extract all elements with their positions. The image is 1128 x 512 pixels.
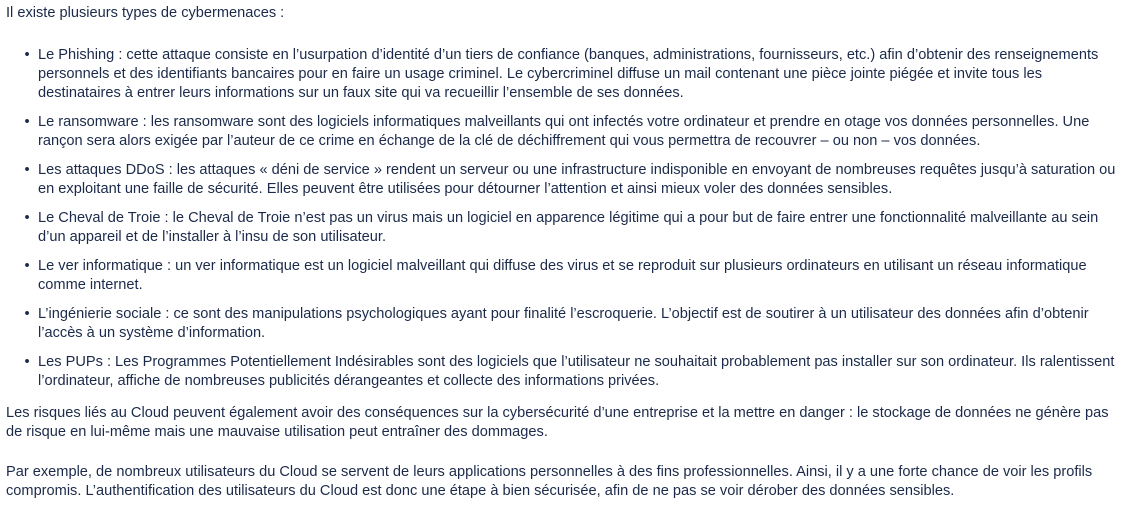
list-item: • Le Cheval de Troie : le Cheval de Troi…: [24, 209, 1122, 247]
intro-text: Il existe plusieurs types de cybermenace…: [6, 5, 285, 21]
bullet-icon: •: [24, 114, 30, 130]
list-item-text: Le ransomware : les ransomware sont des …: [38, 114, 1090, 149]
list-item-text: Les attaques DDoS : les attaques « déni …: [38, 162, 1116, 197]
bullet-icon: •: [24, 258, 30, 274]
list-item: • Le ver informatique : un ver informati…: [24, 257, 1122, 295]
list-item-text: Les PUPs : Les Programmes Potentiellemen…: [38, 354, 1115, 389]
list-item: • Le ransomware : les ransomware sont de…: [24, 113, 1122, 151]
list-item: • Les attaques DDoS : les attaques « dén…: [24, 161, 1122, 199]
list-item: • L’ingénierie sociale : ce sont des man…: [24, 305, 1122, 343]
bullet-icon: •: [24, 47, 30, 63]
article-content: Il existe plusieurs types de cybermenace…: [0, 0, 1128, 512]
list-item: • Les PUPs : Les Programmes Potentiellem…: [24, 353, 1122, 391]
list-item-text: Le Phishing : cette attaque consiste en …: [38, 47, 1099, 101]
threat-list: • Le Phishing : cette attaque consiste e…: [6, 46, 1122, 391]
bullet-icon: •: [24, 306, 30, 322]
cloud-risks-paragraph: Les risques liés au Cloud peuvent égalem…: [6, 405, 1109, 440]
list-item-text: Le ver informatique : un ver informatiqu…: [38, 258, 1087, 293]
bullet-icon: •: [24, 210, 30, 226]
list-item: • Le Phishing : cette attaque consiste e…: [24, 46, 1122, 103]
list-item-text: Le Cheval de Troie : le Cheval de Troie …: [38, 210, 1099, 245]
cloud-example-paragraph: Par exemple, de nombreux utilisateurs du…: [6, 464, 1093, 499]
bullet-icon: •: [24, 354, 30, 370]
bullet-icon: •: [24, 162, 30, 178]
list-item-text: L’ingénierie sociale : ce sont des manip…: [38, 306, 1089, 341]
